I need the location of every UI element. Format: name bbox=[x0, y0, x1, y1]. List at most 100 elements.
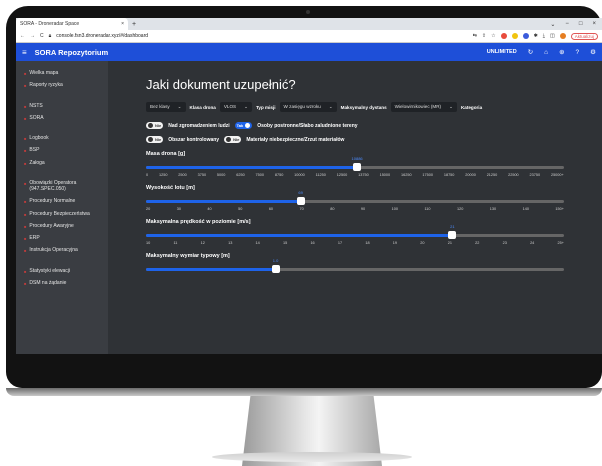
refresh-icon[interactable]: ↻ bbox=[528, 48, 533, 56]
hamburger-menu-icon[interactable]: ≡ bbox=[22, 48, 27, 57]
slider-track[interactable]: 21 bbox=[146, 224, 564, 239]
chevron-down-icon[interactable]: ⌄ bbox=[550, 21, 555, 28]
sidebar-item-statystyki[interactable]: ■ Statystyki elewacji bbox=[16, 265, 108, 277]
slider-thumb[interactable] bbox=[448, 231, 457, 239]
toggle-osoby-postronne[interactable]: Tak bbox=[234, 122, 253, 129]
sidebar-item-bsp[interactable]: ■ BSP bbox=[16, 144, 108, 156]
laptop-stand-foot bbox=[212, 452, 412, 462]
sidebar-item-sora[interactable]: ■ SORA bbox=[16, 112, 108, 124]
document-icon: ■ bbox=[24, 236, 27, 241]
share-icon[interactable]: ⇪ bbox=[482, 33, 486, 39]
document-icon: ■ bbox=[24, 211, 27, 217]
download-icon[interactable]: ⤓ bbox=[543, 33, 545, 39]
filter-row: Bez klasy ⌄ Klasa drona VLOS ⌄ Typ misji W… bbox=[146, 102, 564, 112]
typ-misji-select[interactable]: W zasięgu wzroku ⌄ bbox=[279, 102, 337, 112]
browser-tab[interactable]: SORA - Droneradar Space × bbox=[16, 18, 128, 30]
sliders-section: Masa drona [g] 10886 0 1250 2500 3750 5000 6250… bbox=[146, 151, 564, 273]
star-icon[interactable]: ☆ bbox=[491, 33, 495, 39]
minimize-icon[interactable]: − bbox=[565, 21, 569, 28]
app-body: ■ Wielka mapa ■ Raporty ryzyka ■ NSTS ■ SORA… bbox=[16, 61, 602, 354]
klasa-drona-select[interactable]: VLOS ⌄ bbox=[219, 102, 252, 112]
slider-tick-label: 23 bbox=[502, 241, 507, 245]
sidebar-item-dsm[interactable]: ■ DSM na żądanie bbox=[16, 277, 108, 289]
dystans-select[interactable]: Wielowirnikowiec (MR) ⌄ bbox=[390, 102, 457, 112]
extension-red-icon[interactable] bbox=[500, 33, 507, 39]
klasa-select[interactable]: Bez klasy ⌄ bbox=[146, 102, 186, 112]
slider-tick-label: 18750 bbox=[443, 173, 455, 177]
sidebar-item-erp[interactable]: ■ ERP bbox=[16, 232, 108, 244]
slider-tick-label: 8750 bbox=[274, 173, 284, 177]
sidebar-item-nsts[interactable]: ■ NSTS bbox=[16, 100, 108, 112]
slider-tick-label: 110 bbox=[424, 207, 431, 211]
slider-fill bbox=[146, 166, 358, 169]
slider-ticks: 0 1250 2500 3750 5000 6250 7500 8750 10000 11250 1… bbox=[146, 173, 564, 177]
sidebar-item-wielka-mapa[interactable]: ■ Wielka mapa bbox=[16, 67, 108, 79]
slider-tick-label: 14 bbox=[255, 241, 260, 245]
slider-tick-label: 90 bbox=[360, 207, 366, 211]
slider-tick-label: 10 bbox=[146, 241, 151, 245]
new-tab-icon[interactable]: + bbox=[132, 21, 136, 28]
sidebar-item-logbook[interactable]: ■ Logbook bbox=[16, 132, 108, 144]
extension-yellow-icon[interactable] bbox=[511, 33, 518, 39]
slider-title: Maksymalna prędkość w poziomie [m/s] bbox=[146, 219, 251, 225]
maximize-icon[interactable]: □ bbox=[579, 21, 583, 28]
slider-tick-label: 20000 bbox=[465, 173, 476, 177]
settings-gear-icon[interactable]: ⚙ bbox=[590, 48, 596, 56]
forward-icon[interactable]: → bbox=[30, 33, 35, 39]
slider-track[interactable]: 10886 bbox=[146, 156, 564, 171]
slider-tick-label: 10000 bbox=[294, 173, 305, 177]
sidebar-item-procedury-normalne[interactable]: ■ Procedury Normalne bbox=[16, 195, 108, 207]
back-icon[interactable]: ← bbox=[20, 33, 25, 39]
sidepanel-icon[interactable]: ◫ bbox=[550, 33, 555, 39]
reload-icon[interactable]: C bbox=[40, 33, 44, 39]
profile-avatar[interactable] bbox=[559, 33, 566, 39]
toggle-obszar-kontrolowany[interactable]: Nie bbox=[146, 136, 164, 143]
sidebar-item-obowiazki[interactable]: ■ Obowiązki Operatora (947.SPEC.050) bbox=[16, 177, 108, 196]
close-tab-icon[interactable]: × bbox=[121, 21, 124, 27]
toggle-materialy[interactable]: Nie bbox=[224, 136, 242, 143]
sidebar: ■ Wielka mapa ■ Raporty ryzyka ■ NSTS ■ SORA… bbox=[16, 61, 108, 354]
slider-block: Wysokość lotu [m] 69 20 30 40 50 60 70 80 90 100 11… bbox=[146, 185, 564, 211]
extension-blue-icon[interactable] bbox=[522, 33, 529, 39]
close-window-icon[interactable]: × bbox=[592, 21, 596, 28]
sidebar-item-procedury-bezpieczenstwa[interactable]: ■ Procedury Bezpieczeństwa bbox=[16, 208, 108, 220]
chevron-down-icon: ⌄ bbox=[177, 104, 182, 109]
translate-icon[interactable]: ⇆ bbox=[473, 33, 477, 39]
slider-thumb[interactable] bbox=[296, 197, 305, 205]
slider-tick-label: 3750 bbox=[197, 173, 207, 177]
toggle-osoby-postronne-label: Osoby postronne/Słabo zaludnione tereny bbox=[257, 122, 358, 129]
chevron-down-icon: ⌄ bbox=[244, 104, 248, 109]
toggle-row-2: Nie Obszar kontrolowany Nie Materiały ni… bbox=[146, 136, 564, 143]
laptop-base bbox=[6, 388, 602, 396]
slider-tick-label: 16 bbox=[310, 241, 315, 245]
book-icon: ■ bbox=[24, 136, 27, 141]
puzzle-icon[interactable]: ✱ bbox=[534, 33, 538, 39]
sidebar-item-procedury-awaryjne[interactable]: ■ Procedury Awaryjne bbox=[16, 220, 108, 232]
browser-extensions: ⇆ ⇪ ☆ ✱ ⤓ ◫ Aktualizuj bbox=[473, 32, 598, 40]
sidebar-item-raporty[interactable]: ■ Raporty ryzyka bbox=[16, 79, 108, 91]
sidebar-item-instrukcja[interactable]: ■ Instrukcja Operacyjna bbox=[16, 244, 108, 256]
toggle-knob bbox=[148, 137, 153, 142]
document-icon: ■ bbox=[24, 180, 27, 186]
sidebar-item-zaloga[interactable]: ■ Załoga bbox=[16, 157, 108, 169]
camera-dot bbox=[306, 10, 310, 14]
typ-misji-label: Typ misji bbox=[255, 104, 276, 110]
toggle-zgromadzenie[interactable]: Nie bbox=[146, 122, 164, 129]
slider-tick-label: 40 bbox=[207, 207, 212, 211]
slider-track[interactable]: 1.0 bbox=[146, 258, 564, 273]
document-icon: ■ bbox=[24, 115, 27, 121]
url-field[interactable]: console.fsn3.droneradar.xyz/#/dashboard bbox=[56, 33, 467, 39]
slider-thumb[interactable] bbox=[353, 163, 362, 171]
toggle-zgromadzenie-label: Nad zgromadzeniem ludzi bbox=[168, 122, 230, 129]
slider-tick-label: 15000 bbox=[379, 173, 391, 177]
globe-icon[interactable]: ⊕ bbox=[559, 48, 564, 56]
update-button[interactable]: Aktualizuj bbox=[570, 32, 598, 40]
slider-track[interactable]: 69 bbox=[146, 190, 564, 205]
slider-thumb[interactable] bbox=[271, 265, 280, 273]
slider-ticks: 10 11 12 13 14 15 16 17 18 19 20 21 22 23 24 25+ bbox=[146, 241, 564, 245]
slider-value: 10886 bbox=[351, 156, 363, 161]
help-icon[interactable]: ? bbox=[576, 49, 580, 56]
home-icon[interactable]: ⌂ bbox=[544, 49, 548, 56]
slider-block: Maksymalny wymiar typowy [m] 1.0 bbox=[146, 253, 564, 273]
